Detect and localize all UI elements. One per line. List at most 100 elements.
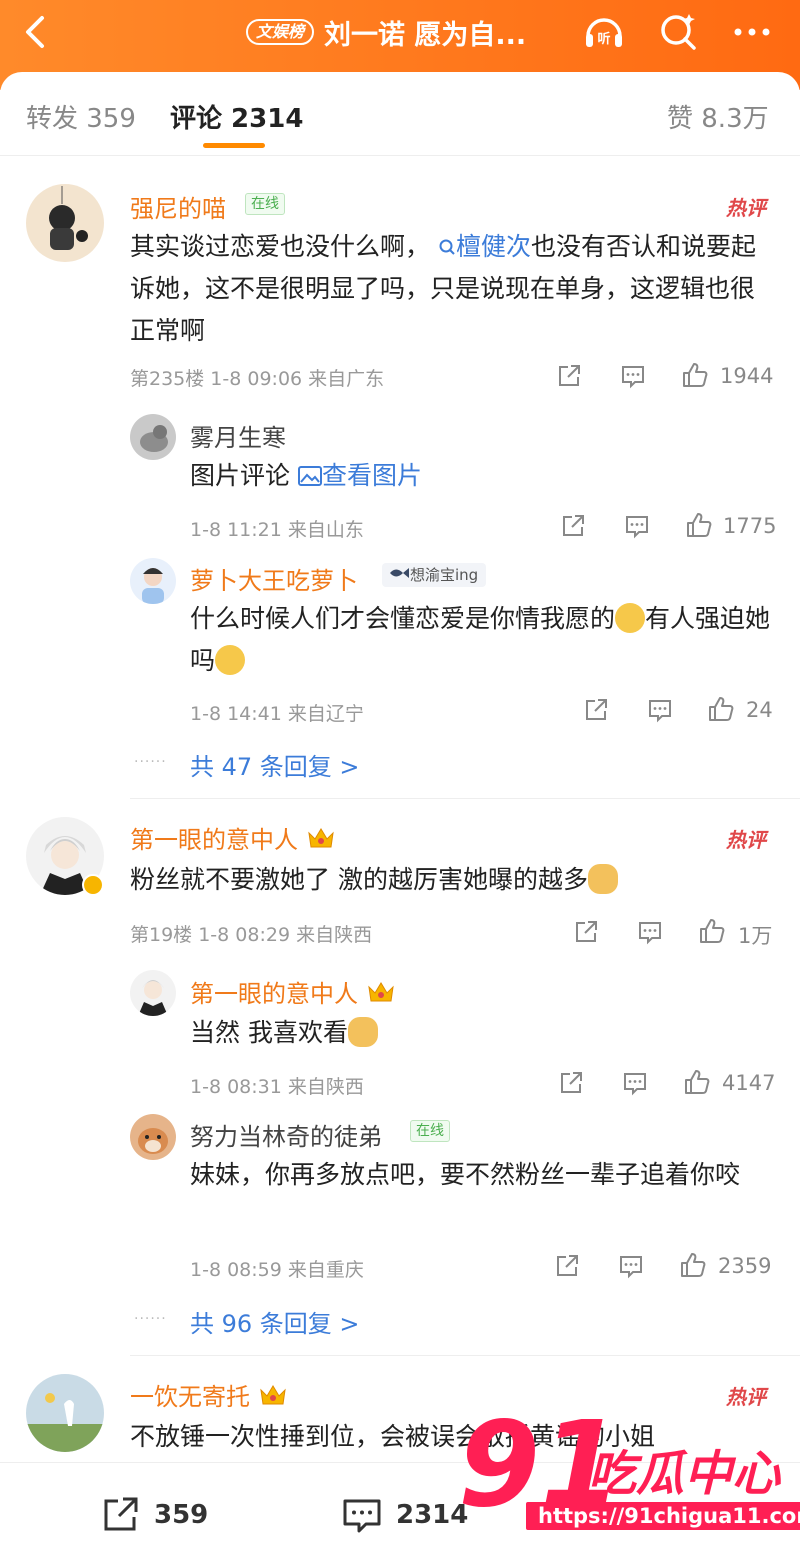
avatar[interactable] <box>130 970 176 1016</box>
reply-button[interactable] <box>621 1068 649 1098</box>
repost-button[interactable]: 359 <box>98 1493 208 1537</box>
watermark: 91 吃瓜中心 https://91chigua11.com <box>458 1404 800 1554</box>
reply-username[interactable]: 雾月生寒 <box>190 418 286 453</box>
share-button[interactable] <box>572 917 600 947</box>
crown-icon <box>259 1385 286 1405</box>
comment-button[interactable]: 2314 <box>340 1493 468 1537</box>
comment-meta: 第19楼 1-8 08:29 来自陕西 <box>130 924 373 946</box>
comment-text: 粉丝就不要激她了 激的越厉害她曝的越多 <box>130 859 770 901</box>
topic-link[interactable]: 檀健次 <box>430 232 531 261</box>
reply-meta: 1-8 14:41 来自辽宁 <box>190 703 364 725</box>
avatar[interactable] <box>130 1114 176 1160</box>
avatar[interactable] <box>26 184 104 262</box>
svg-text:听: 听 <box>597 31 610 47</box>
reply-button[interactable] <box>617 1251 645 1281</box>
share-button[interactable] <box>582 695 610 725</box>
hot-comment-badge: 热评 <box>726 196 766 220</box>
comment-username[interactable]: 一饮无寄托 <box>130 1377 288 1412</box>
avatar[interactable] <box>130 558 176 604</box>
comment-meta: 第235楼 1-8 09:06 来自广东 <box>130 368 385 390</box>
comment-icon <box>622 366 644 389</box>
online-badge: 在线 <box>245 193 285 215</box>
search-button[interactable] <box>656 10 700 54</box>
thumbs-up-icon <box>683 363 708 387</box>
tab-comments[interactable]: 评论 2314 <box>170 98 303 135</box>
like-count: 1775 <box>723 514 777 538</box>
like-count: 1944 <box>720 364 774 388</box>
back-button[interactable] <box>16 12 56 52</box>
view-more-replies[interactable]: 共 96 条回复 > <box>190 1304 360 1339</box>
comment-icon <box>626 516 648 539</box>
reply-meta: 1-8 11:21 来自山东 <box>190 519 364 541</box>
comment-username[interactable]: 第一眼的意中人 <box>130 820 336 855</box>
listen-button[interactable]: 听 <box>582 10 626 54</box>
fish-icon <box>390 568 409 578</box>
reply-username[interactable]: 努力当林奇的徒弟 <box>190 1117 382 1152</box>
listen-icon: 听 <box>586 18 622 47</box>
view-image-link[interactable]: 查看图片 <box>297 461 422 490</box>
verified-badge-icon <box>82 874 104 896</box>
thumbs-up-icon <box>685 1070 710 1094</box>
avatar[interactable] <box>26 1374 104 1452</box>
tab-repost[interactable]: 转发 359 <box>26 98 136 135</box>
more-button[interactable] <box>730 10 774 54</box>
reply-text: 当然 我喜欢看 <box>190 1012 770 1054</box>
repost-count: 359 <box>154 1500 209 1530</box>
comment-text: 其实谈过恋爱也没什么啊， 檀健次也没有否认和说要起诉她，这不是很明显了吗，只是说… <box>130 232 756 345</box>
active-tab-indicator <box>203 143 265 148</box>
like-count: 1万 <box>738 924 773 948</box>
thumbs-up-icon <box>709 697 734 721</box>
watermark-text: 吃瓜中心 <box>588 1446 781 1502</box>
divider <box>130 1355 800 1356</box>
share-icon <box>586 699 607 720</box>
share-icon <box>104 1497 138 1531</box>
share-button[interactable] <box>559 511 587 541</box>
tab-bar: 转发 359 评论 2314 赞 8.3万 <box>0 72 800 156</box>
share-button[interactable] <box>553 1251 581 1281</box>
comment-icon <box>343 1499 381 1533</box>
like-button[interactable] <box>698 916 726 946</box>
reply-button[interactable] <box>619 361 647 391</box>
share-icon <box>559 365 580 386</box>
back-icon <box>26 16 44 48</box>
reply-username[interactable]: 萝卜大王吃萝卜 <box>190 561 358 596</box>
doge-emoji-icon <box>587 864 618 894</box>
reply-button[interactable] <box>646 695 674 725</box>
laughing-emoji-icon <box>215 645 246 675</box>
tab-likes[interactable]: 赞 8.3万 <box>667 98 769 135</box>
comment-username[interactable]: 强尼的喵 <box>130 189 226 224</box>
like-button[interactable] <box>683 1067 711 1097</box>
comment-icon <box>639 922 661 945</box>
like-button[interactable] <box>707 694 735 724</box>
doge-emoji-icon <box>347 1017 378 1047</box>
crown-icon <box>307 828 334 848</box>
share-button[interactable] <box>555 361 583 391</box>
reply-button[interactable] <box>636 917 664 947</box>
share-icon <box>563 515 584 536</box>
like-button[interactable] <box>679 1250 707 1280</box>
like-button[interactable] <box>685 510 713 540</box>
ranking-tag: 文娱榜 <box>246 19 315 45</box>
share-icon <box>576 921 597 942</box>
replies-dots: ······ <box>134 754 167 770</box>
reply-text: 什么时候人们才会懂恋爱是你情我愿的 有人强迫她吗 <box>190 603 771 675</box>
reply-meta: 1-8 08:31 来自陕西 <box>190 1076 364 1098</box>
search-icon <box>439 239 455 255</box>
reply-username[interactable]: 第一眼的意中人 <box>190 974 396 1009</box>
hot-comment-badge: 热评 <box>726 828 766 852</box>
replies-dots: ······ <box>134 1311 167 1327</box>
reply-text: 图片评论 查看图片 <box>190 461 422 490</box>
title-area[interactable]: 文娱榜 刘一诺 愿为自... <box>246 14 526 51</box>
like-count: 24 <box>746 698 773 722</box>
avatar[interactable] <box>130 414 176 460</box>
like-button[interactable] <box>681 360 709 390</box>
laughing-emoji-icon <box>615 603 646 633</box>
reply-button[interactable] <box>623 511 651 541</box>
divider <box>130 798 800 799</box>
share-button[interactable] <box>557 1068 585 1098</box>
fan-tag: 想渝宝ing <box>382 563 487 587</box>
thumbs-up-icon <box>700 919 725 943</box>
view-more-replies[interactable]: 共 47 条回复 > <box>190 747 360 782</box>
crown-icon <box>367 982 394 1002</box>
comment-icon <box>624 1073 646 1096</box>
